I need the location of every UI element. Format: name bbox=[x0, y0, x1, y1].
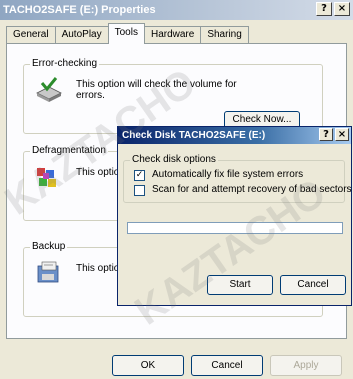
dialog-title: Check Disk TACHO2SAFE (E:) bbox=[122, 130, 266, 141]
scan-sectors-checkbox[interactable] bbox=[134, 185, 145, 196]
check-disk-options-group: Check disk options ✓ Automatically fix f… bbox=[123, 154, 352, 203]
check-disk-progress bbox=[127, 222, 343, 234]
check-disk-dialog: Check Disk TACHO2SAFE (E:) ? × Check dis… bbox=[117, 126, 352, 306]
error-checking-group: Error-checking This option will check th… bbox=[23, 58, 323, 134]
tab-hardware[interactable]: Hardware bbox=[143, 26, 202, 44]
check-mark-icon: ✓ bbox=[135, 170, 144, 180]
backup-legend: Backup bbox=[30, 241, 68, 252]
tab-general[interactable]: General bbox=[6, 26, 56, 44]
close-button[interactable]: × bbox=[334, 2, 350, 16]
check-disk-options-legend: Check disk options bbox=[130, 154, 218, 165]
dialog-close-button[interactable]: × bbox=[335, 128, 349, 141]
dialog-help-button[interactable]: ? bbox=[319, 128, 333, 141]
help-button[interactable]: ? bbox=[316, 2, 332, 16]
window-title: TACHO2SAFE (E:) Properties bbox=[3, 4, 156, 16]
error-checking-legend: Error-checking bbox=[30, 58, 100, 69]
fix-errors-label: Automatically fix file system errors bbox=[152, 169, 304, 180]
scan-sectors-label: Scan for and attempt recovery of bad sec… bbox=[152, 184, 352, 195]
window-titlebar: TACHO2SAFE (E:) Properties ? × bbox=[0, 0, 353, 20]
tab-strip: General AutoPlay Tools Hardware Sharing bbox=[6, 23, 249, 44]
error-checking-text-1: This option will check the volume for bbox=[76, 79, 237, 90]
error-check-icon bbox=[34, 75, 64, 105]
dialog-titlebar: Check Disk TACHO2SAFE (E:) ? × bbox=[118, 127, 351, 144]
apply-button[interactable]: Apply bbox=[270, 355, 342, 376]
error-checking-text-2: errors. bbox=[76, 90, 105, 101]
tab-tools[interactable]: Tools bbox=[107, 23, 145, 44]
start-button[interactable]: Start bbox=[207, 275, 273, 295]
tab-sharing[interactable]: Sharing bbox=[200, 26, 249, 44]
dialog-cancel-button[interactable]: Cancel bbox=[280, 275, 346, 295]
window-title-buttons: ? × bbox=[316, 2, 350, 16]
fix-errors-checkbox[interactable]: ✓ bbox=[134, 170, 145, 181]
defrag-icon bbox=[34, 164, 64, 194]
ok-button[interactable]: OK bbox=[112, 355, 184, 376]
defragmentation-legend: Defragmentation bbox=[30, 145, 108, 156]
tab-autoplay[interactable]: AutoPlay bbox=[54, 26, 109, 44]
footer-cancel-button[interactable]: Cancel bbox=[191, 355, 263, 376]
backup-icon bbox=[34, 258, 64, 288]
dialog-title-buttons: ? × bbox=[319, 128, 349, 141]
